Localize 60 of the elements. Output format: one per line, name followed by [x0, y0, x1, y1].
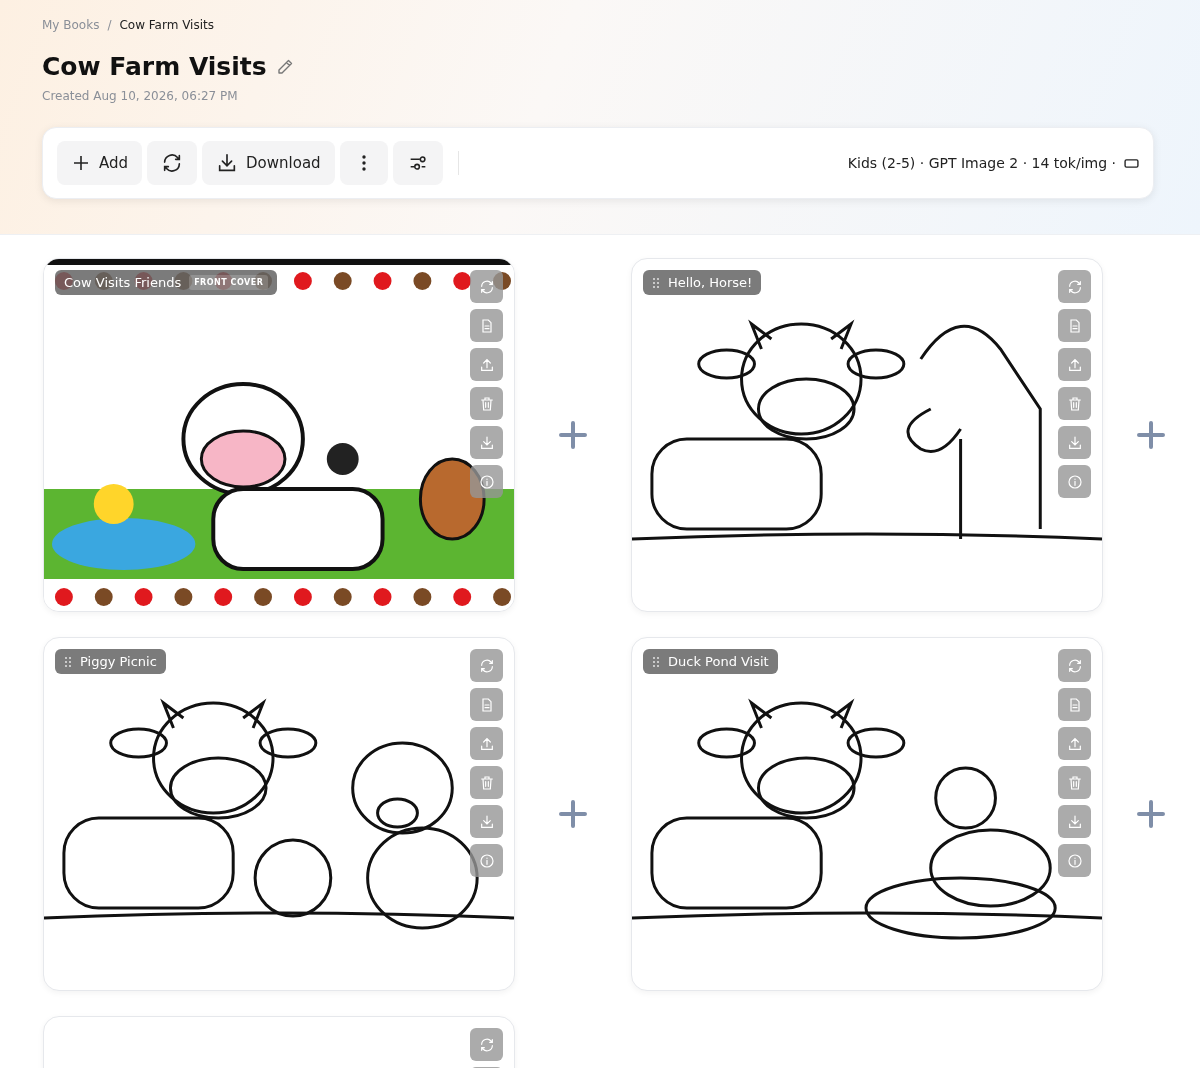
- trash-button[interactable]: [1058, 387, 1091, 420]
- upload-button[interactable]: [470, 348, 503, 381]
- upload-button[interactable]: [470, 727, 503, 760]
- download-button[interactable]: [1058, 805, 1091, 838]
- page-card[interactable]: Duck Pond Visit: [631, 637, 1103, 991]
- trash-button[interactable]: [1058, 766, 1091, 799]
- info-icon[interactable]: [478, 852, 495, 869]
- refresh-button[interactable]: [147, 141, 198, 185]
- plus-icon[interactable]: [71, 153, 91, 173]
- page-title-label[interactable]: Duck Pond Visit: [643, 649, 778, 674]
- settings-button[interactable]: [392, 141, 443, 185]
- drag-handle-icon[interactable]: [652, 655, 660, 668]
- upload-icon[interactable]: [478, 356, 495, 373]
- aspect-ratio-icon[interactable]: [1124, 157, 1139, 169]
- trash-button[interactable]: [470, 766, 503, 799]
- document-button[interactable]: [470, 309, 503, 342]
- info-button[interactable]: [1058, 465, 1091, 498]
- upload-icon[interactable]: [1066, 356, 1083, 373]
- cover-badge: FRONT COVER: [189, 275, 269, 290]
- add-page-icon[interactable]: [1137, 421, 1165, 449]
- drag-handle-icon[interactable]: [652, 276, 660, 289]
- upload-icon[interactable]: [1066, 735, 1083, 752]
- document-button[interactable]: [470, 688, 503, 721]
- created-date: Created Aug 10, 2026, 06:27 PM: [42, 89, 239, 103]
- drag-handle-icon[interactable]: [64, 655, 72, 668]
- info-icon[interactable]: [1066, 852, 1083, 869]
- page-card[interactable]: Hello, Horse!: [631, 258, 1103, 612]
- info-icon[interactable]: [1066, 473, 1083, 490]
- page-card[interactable]: Cow Visits Friends FRONT COVER: [43, 258, 515, 612]
- upload-button[interactable]: [1058, 348, 1091, 381]
- download-button[interactable]: [470, 426, 503, 459]
- upload-button[interactable]: [1058, 727, 1091, 760]
- add-page-icon[interactable]: [559, 421, 587, 449]
- trash-icon[interactable]: [478, 395, 495, 412]
- download-button[interactable]: Download: [202, 141, 335, 185]
- page-card[interactable]: Piggy Picnic: [43, 637, 515, 991]
- info-button[interactable]: [1058, 844, 1091, 877]
- info-icon[interactable]: [478, 473, 495, 490]
- page-title-label[interactable]: Cow Visits Friends FRONT COVER: [55, 270, 278, 295]
- breadcrumb-link[interactable]: My Books: [42, 18, 100, 32]
- add-page-icon[interactable]: [559, 800, 587, 828]
- generation-info: Kids (2-5) · GPT Image 2 · 14 tok/img ·: [847, 155, 1116, 171]
- document-button[interactable]: [1058, 688, 1091, 721]
- trash-icon[interactable]: [478, 774, 495, 791]
- breadcrumb-separator: /: [107, 18, 112, 32]
- add-button[interactable]: Add: [57, 141, 143, 185]
- upload-icon[interactable]: [478, 735, 495, 752]
- download-button[interactable]: [1058, 426, 1091, 459]
- download-button[interactable]: [470, 805, 503, 838]
- trash-icon[interactable]: [1066, 774, 1083, 791]
- trash-icon[interactable]: [1066, 395, 1083, 412]
- add-page-icon[interactable]: [1137, 800, 1165, 828]
- page-title-label[interactable]: Hello, Horse!: [643, 270, 762, 295]
- document-button[interactable]: [1058, 309, 1091, 342]
- book-title: Cow Farm Visits: [42, 52, 267, 81]
- info-button[interactable]: [470, 465, 503, 498]
- page-title-label[interactable]: Piggy Picnic: [55, 649, 166, 674]
- breadcrumb-link[interactable]: Cow Farm Visits: [119, 18, 214, 32]
- trash-button[interactable]: [470, 387, 503, 420]
- info-button[interactable]: [470, 844, 503, 877]
